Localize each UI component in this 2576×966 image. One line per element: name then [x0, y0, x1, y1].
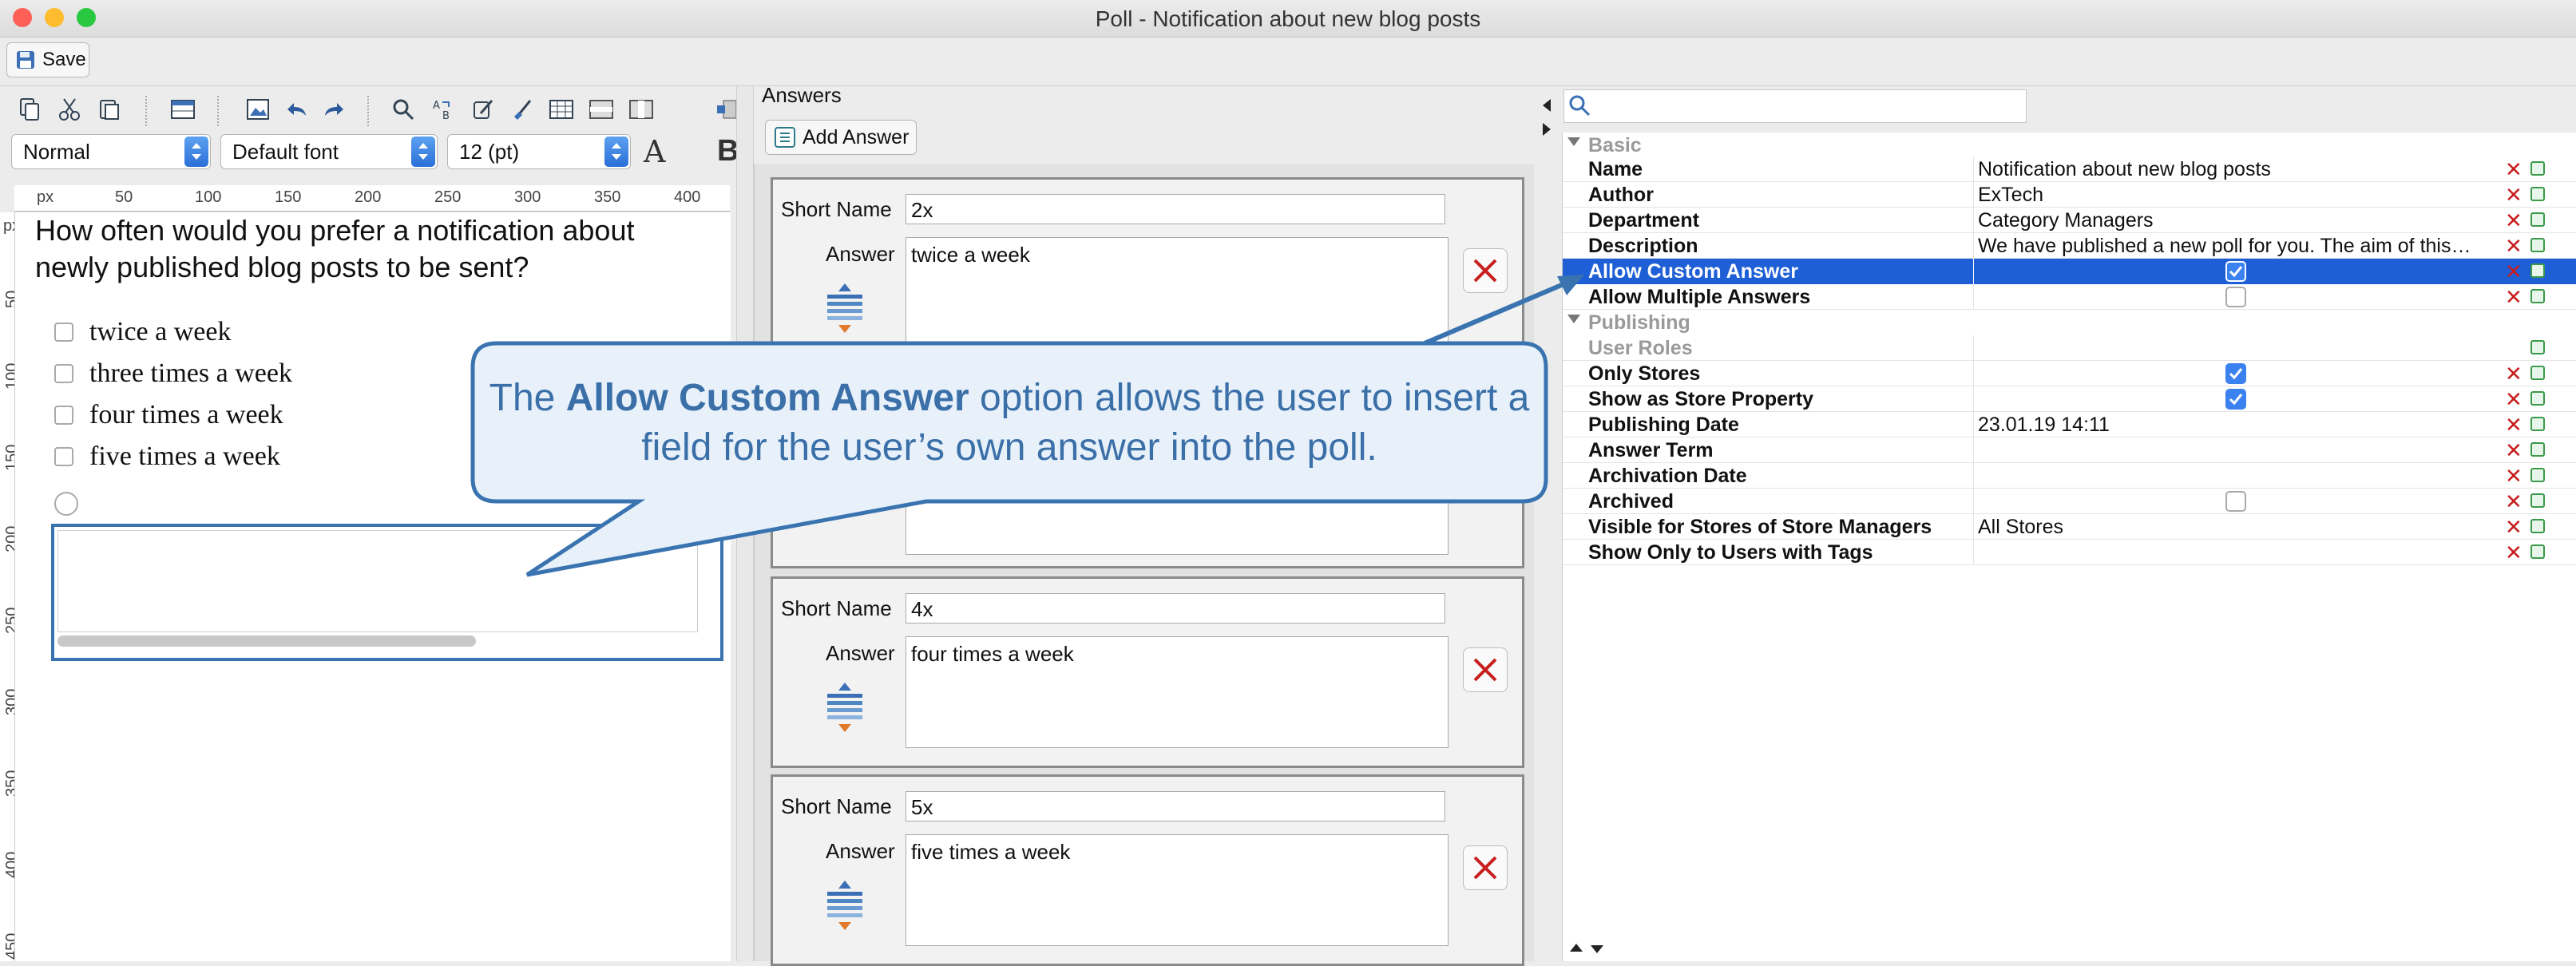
callout-text-bold: Allow Custom Answer	[565, 377, 969, 419]
callout-bubble	[470, 275, 1584, 577]
callout-text: The Allow Custom Answer option allows th…	[473, 374, 1546, 473]
callout-text-pre: The	[489, 377, 566, 419]
